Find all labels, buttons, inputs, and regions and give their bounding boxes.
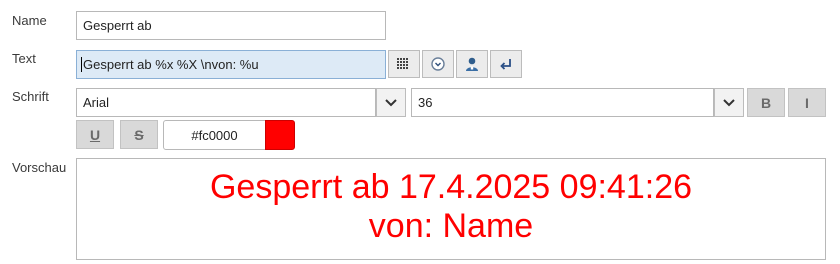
insert-newline-button[interactable] xyxy=(490,50,522,78)
size-select-dropdown[interactable] xyxy=(714,88,744,117)
bold-button-label: B xyxy=(760,94,772,111)
clock-icon xyxy=(431,57,445,71)
insert-user-button[interactable] xyxy=(456,50,488,78)
text-input-value: Gesperrt ab %x %X \nvon: %u xyxy=(83,57,259,72)
color-value-input[interactable]: #fc0000 xyxy=(163,120,266,150)
italic-button-label: I xyxy=(805,94,809,111)
italic-button[interactable]: I xyxy=(788,88,826,117)
font-select-value: Arial xyxy=(83,95,110,110)
color-value-text: #fc0000 xyxy=(191,127,238,143)
name-input-value: Gesperrt ab xyxy=(83,18,152,33)
user-icon xyxy=(466,57,478,71)
size-select-value: 36 xyxy=(418,95,433,110)
preview-box: Gesperrt ab 17.4.2025 09:41:26 von: Name xyxy=(76,158,826,260)
color-swatch[interactable] xyxy=(265,120,295,150)
font-label: Schrift xyxy=(12,89,49,104)
insert-field-button[interactable] xyxy=(388,50,420,78)
font-select[interactable]: Arial xyxy=(76,88,376,117)
insert-time-button[interactable] xyxy=(422,50,454,78)
underline-button-label: U xyxy=(89,126,101,143)
text-input[interactable]: Gesperrt ab %x %X \nvon: %u xyxy=(76,50,386,79)
strikethrough-button[interactable]: S xyxy=(120,120,158,149)
newline-arrow-icon xyxy=(500,59,511,70)
strikethrough-button-label: S xyxy=(134,126,144,143)
chevron-down-icon xyxy=(723,98,735,106)
font-select-dropdown[interactable] xyxy=(376,88,406,117)
bold-button[interactable]: B xyxy=(747,88,785,117)
preview-line-2: von: Name xyxy=(368,207,534,245)
grid-icon xyxy=(397,58,408,69)
name-input[interactable]: Gesperrt ab xyxy=(76,11,386,40)
name-label: Name xyxy=(12,13,47,28)
chevron-down-icon xyxy=(385,98,397,106)
underline-button[interactable]: U xyxy=(76,120,114,149)
size-select[interactable]: 36 xyxy=(411,88,714,117)
text-caret xyxy=(81,57,82,72)
preview-label: Vorschau xyxy=(12,160,67,175)
text-label: Text xyxy=(12,51,36,66)
preview-line-1: Gesperrt ab 17.4.2025 09:41:26 xyxy=(209,168,693,206)
